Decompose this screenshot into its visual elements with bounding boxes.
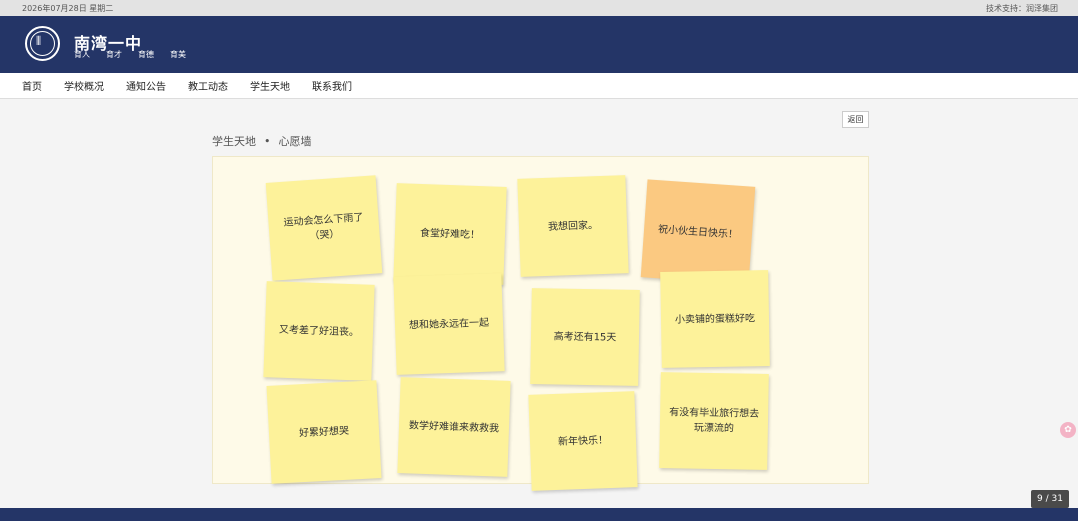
motto: 育才 bbox=[106, 50, 122, 59]
wish-wall: 运动会怎么下雨了（哭） 食堂好难吃！ 我想回家。 祝小伙生日快乐！ 又考差了好沮… bbox=[212, 156, 869, 491]
breadcrumb: 学生天地 • 心愿墙 bbox=[212, 133, 312, 149]
wish-note[interactable]: 又考差了好沮丧。 bbox=[263, 281, 375, 381]
wish-note[interactable]: 祝小伙生日快乐！ bbox=[640, 179, 756, 285]
wish-note[interactable]: 我想回家。 bbox=[517, 175, 629, 277]
wish-note[interactable]: 运动会怎么下雨了（哭） bbox=[265, 175, 383, 281]
wish-note[interactable]: 数学好难谁来救救我 bbox=[397, 377, 511, 477]
motto: 育美 bbox=[170, 50, 186, 59]
wish-note[interactable]: 有没有毕业旅行想去玩漂流的 bbox=[659, 372, 769, 470]
flower-icon[interactable]: ✿ bbox=[1060, 422, 1076, 438]
current-date: 2026年07月28日 星期二 bbox=[22, 4, 114, 13]
breadcrumb-separator: • bbox=[264, 135, 271, 148]
breadcrumb-current: 心愿墙 bbox=[278, 135, 312, 148]
tech-support-text: 技术支持：润泽集团 bbox=[986, 4, 1058, 13]
wish-note[interactable]: 食堂好难吃！ bbox=[393, 183, 507, 285]
breadcrumb-section[interactable]: 学生天地 bbox=[212, 135, 256, 148]
wish-note[interactable]: 好累好想哭 bbox=[266, 380, 382, 484]
nav-item-notices[interactable]: 通知公告 bbox=[126, 78, 166, 93]
school-logo-icon[interactable]: ⫴ bbox=[25, 26, 60, 61]
page-indicator: 9 / 31 bbox=[1031, 490, 1069, 508]
school-mottos: 育人 育才 育德 育美 bbox=[74, 49, 202, 60]
nav-item-students[interactable]: 学生天地 bbox=[250, 78, 290, 93]
nav-item-contact[interactable]: 联系我们 bbox=[312, 78, 352, 93]
site-header: ⫴ 南湾一中 育人 育才 育德 育美 bbox=[0, 16, 1078, 73]
nav-item-home[interactable]: 首页 bbox=[22, 78, 42, 93]
wish-note[interactable]: 新年快乐！ bbox=[528, 391, 638, 491]
main-nav: 首页 学校概况 通知公告 教工动态 学生天地 联系我们 bbox=[0, 73, 1078, 99]
nav-item-about[interactable]: 学校概况 bbox=[64, 78, 104, 93]
wish-note[interactable]: 高考还有15天 bbox=[530, 288, 640, 386]
back-button[interactable]: 返回 bbox=[842, 111, 869, 128]
nav-item-staff-news[interactable]: 教工动态 bbox=[188, 78, 228, 93]
wish-note[interactable]: 小卖铺的蛋糕好吃 bbox=[660, 270, 770, 368]
motto: 育德 bbox=[138, 50, 154, 59]
top-info-bar: 2026年07月28日 星期二 技术支持：润泽集团 bbox=[0, 0, 1078, 16]
site-footer bbox=[0, 508, 1078, 521]
wish-note[interactable]: 想和她永远在一起 bbox=[393, 273, 505, 375]
motto: 育人 bbox=[74, 50, 90, 59]
